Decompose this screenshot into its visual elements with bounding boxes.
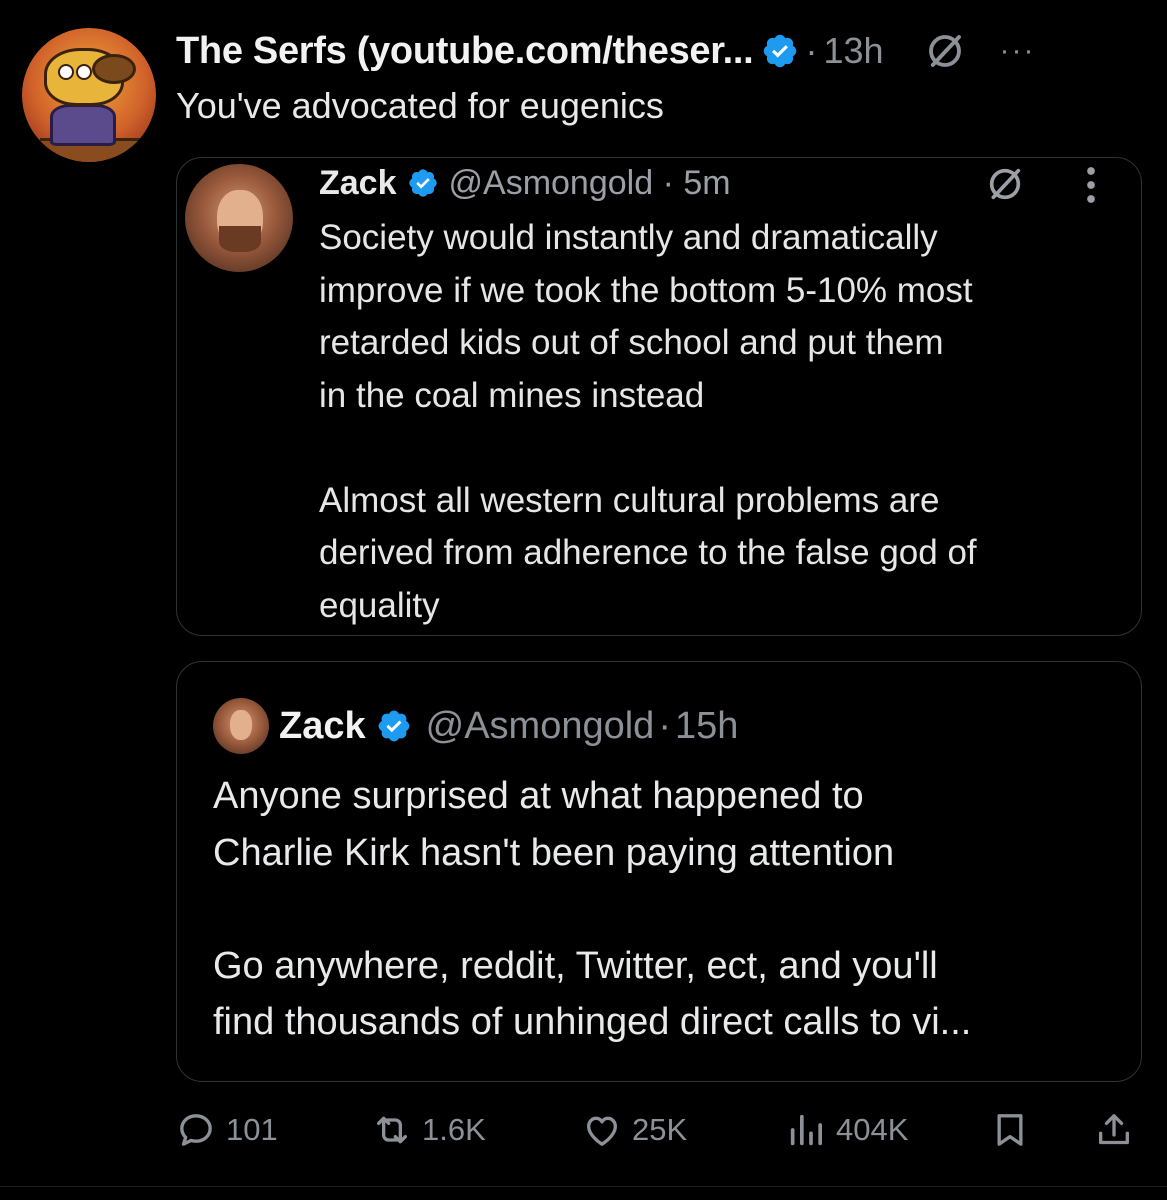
post-timestamp[interactable]: 13h	[823, 30, 883, 72]
attached-image[interactable]: Zack @Asmongold · 5m Society would insta…	[176, 157, 1142, 636]
divider	[0, 1186, 1167, 1187]
grok-icon	[989, 168, 1021, 200]
image-author-handle: @Asmongold	[448, 163, 654, 202]
more-icon[interactable]: ···	[1000, 34, 1036, 68]
image-tweet-text: Society would instantly and dramatically…	[319, 218, 977, 625]
share-button[interactable]	[1094, 1105, 1134, 1155]
bookmark-button[interactable]	[990, 1105, 1030, 1155]
avatar-body-shape	[50, 104, 116, 146]
quoted-timestamp: 15h	[674, 704, 739, 747]
like-button[interactable]: 25K	[582, 1105, 687, 1155]
bookmark-icon	[997, 1114, 1023, 1146]
image-avatar	[185, 164, 293, 272]
avatar-eye-shape	[76, 64, 92, 80]
share-icon	[1099, 1114, 1129, 1145]
verified-badge-icon	[408, 169, 437, 197]
post-header: The Serfs (youtube.com/theser... · 13h ·…	[176, 26, 1139, 76]
image-tweet-header: Zack @Asmongold · 5m	[319, 160, 731, 206]
image-author-name: Zack	[319, 163, 397, 202]
view-count: 404K	[836, 1112, 909, 1147]
quoted-tweet-text: Anyone surprised at what happened to Cha…	[213, 775, 972, 1043]
quoted-author-name: Zack	[279, 704, 366, 747]
quoted-tweet-header: Zack @Asmongold · 15h	[279, 700, 738, 752]
quoted-tweet[interactable]: Zack @Asmongold · 15h Anyone surprised a…	[176, 661, 1142, 1082]
verified-badge-icon	[764, 34, 797, 68]
repost-icon	[377, 1116, 407, 1144]
like-icon	[587, 1116, 617, 1146]
views-button[interactable]: 404K	[786, 1105, 908, 1155]
image-timestamp: 5m	[683, 163, 731, 202]
quoted-avatar-face	[230, 710, 252, 740]
image-separator: ·	[653, 163, 684, 202]
grok-icon[interactable]	[924, 30, 966, 72]
header-separator: ·	[805, 30, 818, 71]
reply-button[interactable]: 101	[176, 1105, 278, 1155]
more-vertical-icon	[1087, 167, 1095, 203]
post-text: You've advocated for eugenics	[176, 85, 664, 126]
author-avatar[interactable]	[22, 28, 156, 162]
reply-count: 101	[226, 1112, 278, 1147]
quoted-separator: ·	[658, 704, 671, 747]
avatar-eye-shape	[58, 64, 74, 80]
repost-count: 1.6K	[422, 1112, 486, 1147]
image-avatar-beard	[219, 226, 261, 252]
reply-icon	[180, 1114, 212, 1146]
like-count: 25K	[632, 1112, 688, 1147]
repost-button[interactable]: 1.6K	[372, 1105, 486, 1155]
quoted-author-avatar	[213, 698, 269, 754]
views-icon	[790, 1114, 822, 1146]
quoted-author-handle: @Asmongold	[425, 704, 655, 747]
action-bar: 101 1.6K 25K 404K	[176, 1105, 1142, 1155]
avatar-ear-shape	[92, 54, 136, 84]
author-display-name[interactable]: The Serfs (youtube.com/theser...	[176, 30, 754, 73]
verified-badge-icon	[378, 710, 409, 742]
